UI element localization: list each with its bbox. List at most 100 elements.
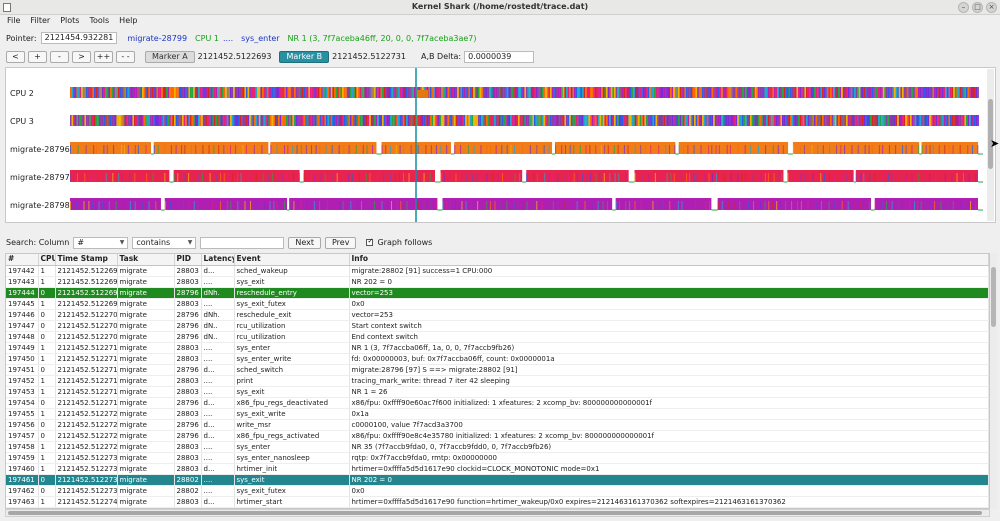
column-header-number[interactable]: # <box>6 254 39 266</box>
table-row[interactable]: 197451 0 2121452.512271 migrate 28796 d... sch… <box>6 364 989 376</box>
table-cell: 0 <box>38 419 56 431</box>
table-cell: hrtimer_start <box>234 496 350 508</box>
event-table[interactable]: # CPU Time Stamp Task PID Latency Event … <box>5 253 990 509</box>
table-cell: 28803 <box>174 452 202 464</box>
search-input[interactable] <box>200 236 285 249</box>
table-row[interactable]: 197450 1 2121452.512271 migrate 28803.... sys… <box>6 353 989 365</box>
zoom-in-max-button[interactable]: ++ <box>94 50 113 63</box>
table-row[interactable]: 197454 0 2121452.512271 migrate 28796 d... x86… <box>6 397 989 409</box>
menu-tools[interactable]: Tools <box>89 15 109 27</box>
table-row[interactable]: 197444 0 2121452.512269 migrate 28796 dNh. res… <box>6 287 989 299</box>
table-cell: 197458 <box>6 441 39 453</box>
table-row[interactable]: 197447 0 2121452.512270 migrate 28796 dN.. rcu… <box>6 320 989 332</box>
table-row[interactable]: 197459 1 2121452.512273 migrate 28803.... sys… <box>6 452 989 464</box>
zoom-in-button[interactable]: + <box>28 50 47 63</box>
table-horizontal-scrollbar[interactable] <box>5 509 990 517</box>
table-cell: sched_switch <box>234 364 350 376</box>
trace-graph-canvas[interactable] <box>6 68 995 222</box>
table-cell: 2121452.512269 <box>55 265 118 277</box>
menu-bar: File Filter Plots Tools Help <box>0 15 1000 27</box>
marker-a-value: 2121452.5122693 <box>197 52 272 61</box>
table-vertical-scrollbar[interactable] <box>990 253 997 509</box>
column-header-pid[interactable]: PID <box>174 254 202 266</box>
table-cell: migrate <box>117 364 175 376</box>
table-row[interactable]: 197455 1 2121452.512272 migrate 28803.... sys… <box>6 408 989 420</box>
scroll-right-button[interactable]: > <box>72 50 91 63</box>
table-cell: .... <box>201 375 235 387</box>
table-row[interactable]: 197462 0 2121452.512273 migrate 28802.... sys… <box>6 485 989 497</box>
table-cell: NR 202 = 0 <box>349 474 989 486</box>
table-cell: 0x1a <box>349 408 989 420</box>
table-cell: migrate <box>117 397 175 409</box>
menu-filter[interactable]: Filter <box>30 15 50 27</box>
table-cell: 197462 <box>6 485 39 497</box>
column-header-task[interactable]: Task <box>117 254 175 266</box>
table-cell: .... <box>201 276 235 288</box>
trace-graph[interactable]: CPU 2 CPU 3 migrate-28796 migrate-28797 … <box>5 67 996 223</box>
table-horizontal-scrollbar-thumb[interactable] <box>8 511 982 515</box>
menu-file[interactable]: File <box>7 15 20 27</box>
table-row[interactable]: 197463 1 2121452.512274 migrate 28803 d... hrt… <box>6 496 989 508</box>
table-row[interactable]: 197457 0 2121452.512272 migrate 28796 d... x86… <box>6 430 989 442</box>
column-header-latency[interactable]: Latency <box>201 254 235 266</box>
table-row[interactable]: 197446 0 2121452.512270 migrate 28796 dNh. res… <box>6 309 989 321</box>
graph-row-label: CPU 2 <box>10 89 34 98</box>
scroll-left-button[interactable]: < <box>6 50 25 63</box>
table-cell: 197455 <box>6 408 39 420</box>
search-next-button[interactable]: Next <box>288 236 321 249</box>
table-cell: 197447 <box>6 320 39 332</box>
graph-row-plot <box>70 142 983 155</box>
table-row[interactable]: 197443 1 2121452.512269 migrate 28803.... sys… <box>6 276 989 288</box>
table-row[interactable]: 197460 1 2121452.512273 migrate 28803 d... hrt… <box>6 463 989 475</box>
column-header-info[interactable]: Info <box>349 254 989 266</box>
table-row[interactable]: 197445 1 2121452.512269 migrate 28803.... sys… <box>6 298 989 310</box>
table-cell: rqtp: 0x7f7accb9fda0, rmtp: 0x00000000 <box>349 452 989 464</box>
table-cell: 28803 <box>174 353 202 365</box>
graph-follows-checkbox[interactable] <box>366 237 374 246</box>
table-cell: 2121452.512271 <box>55 386 118 398</box>
table-header-row: # CPU Time Stamp Task PID Latency Event … <box>6 254 989 266</box>
menu-help[interactable]: Help <box>119 15 137 27</box>
column-header-cpu[interactable]: CPU <box>38 254 56 266</box>
column-header-timestamp[interactable]: Time Stamp <box>55 254 118 266</box>
close-icon[interactable]: × <box>986 2 997 13</box>
marker-b-button[interactable]: Marker B <box>279 50 330 63</box>
zoom-out-button[interactable]: - <box>50 50 69 63</box>
column-header-event[interactable]: Event <box>234 254 350 266</box>
table-row[interactable]: 197458 1 2121452.512272 migrate 28803.... sys… <box>6 441 989 453</box>
pointer-value[interactable]: 2121454.932281 <box>40 32 118 44</box>
graph-row-plot <box>70 170 984 183</box>
minimize-icon[interactable]: – <box>958 2 969 13</box>
table-row[interactable]: 197461 0 2121452.512273 migrate 28802.... sys… <box>6 474 989 486</box>
table-cell: .... <box>201 386 235 398</box>
table-cell: 1 <box>38 298 56 310</box>
table-cell: 197461 <box>6 474 39 486</box>
search-condition-select[interactable]: contains ▼ <box>132 236 197 249</box>
search-prev-button[interactable]: Prev <box>325 236 357 249</box>
table-cell: NR 202 = 0 <box>349 276 989 288</box>
table-row[interactable]: 197442 1 2121452.512269 migrate 28803 d... sch… <box>6 265 989 277</box>
graph-scrollbar-thumb[interactable] <box>988 99 993 169</box>
table-row[interactable]: 197453 1 2121452.512271 migrate 28803.... sys… <box>6 386 989 398</box>
table-row[interactable]: 197456 0 2121452.512272 migrate 28796 d... wri… <box>6 419 989 431</box>
marker-a-button[interactable]: Marker A <box>145 50 195 63</box>
table-cell: 1 <box>38 463 56 475</box>
table-cell: 2121452.512269 <box>55 276 118 288</box>
search-bar: Search: Column #▼ contains▼ Next Prev Gr… <box>6 236 432 249</box>
table-cell: 28796 <box>174 309 202 321</box>
zoom-out-max-button[interactable]: - - <box>116 50 135 63</box>
table-row[interactable]: 197452 1 2121452.512271 migrate 28803.... pri… <box>6 375 989 387</box>
table-vertical-scrollbar-thumb[interactable] <box>991 267 996 327</box>
table-cell: 28803 <box>174 276 202 288</box>
table-row[interactable]: 197448 0 2121452.512270 migrate 28796 dN.. rcu… <box>6 331 989 343</box>
maximize-icon[interactable]: □ <box>972 2 983 13</box>
table-row[interactable]: 197449 1 2121452.512271 migrate 28803.... sys… <box>6 342 989 354</box>
table-cell: 197449 <box>6 342 39 354</box>
search-column-select[interactable]: # ▼ <box>73 236 129 249</box>
table-cell: migrate <box>117 375 175 387</box>
table-cell: Start context switch <box>349 320 989 332</box>
table-cell: sys_exit_futex <box>234 485 350 497</box>
menu-plots[interactable]: Plots <box>60 15 79 27</box>
table-cell: 1 <box>38 342 56 354</box>
table-cell: sys_enter <box>234 342 350 354</box>
